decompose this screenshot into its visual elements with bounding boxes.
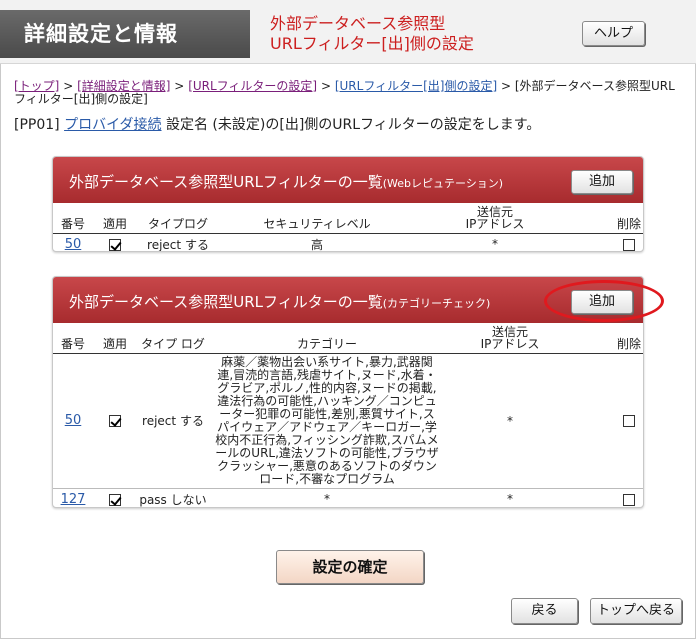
panel-web-reputation: 外部データベース参照型URLフィルターの一覧(Webレピュテーション) 追加 番… <box>52 156 644 252</box>
intro-description: 設定名 (未設定)の[出]側のURLフィルターの設定をします。 <box>165 117 541 133</box>
type-log-cell: reject する <box>137 233 219 251</box>
applied-checkbox[interactable] <box>109 238 121 251</box>
breadcrumb-top[interactable]: [トップ] <box>14 79 59 93</box>
header: 詳細設定と情報 外部データベース参照型 URLフィルター[出]側の設定 ヘルプ <box>0 0 696 64</box>
table-header-row: 番号 適用 タイプ ログ カテゴリー 送信元 IPアドレス 削除 <box>53 323 643 354</box>
provider-link[interactable]: プロバイダ接続 <box>64 117 161 133</box>
table-row: 127 pass しない * * <box>53 488 643 507</box>
table-row: 50 reject する 麻薬／薬物出会い系サイト,暴力,武器関連,冒涜的言語,… <box>53 353 643 489</box>
col-category: カテゴリー <box>209 323 445 354</box>
panel-title: 外部データベース参照型URLフィルターの一覧(カテゴリーチェック) <box>69 291 490 312</box>
col-type-log: タイプ ログ <box>137 323 209 354</box>
applied-checkbox[interactable] <box>109 493 121 506</box>
col-applied: 適用 <box>93 323 137 354</box>
col-type-log: タイプログ <box>137 203 219 234</box>
breadcrumb-separator: > <box>63 79 74 93</box>
col-number: 番号 <box>53 323 93 354</box>
page-title: 詳細設定と情報 <box>0 10 250 58</box>
page-subtitle: 外部データベース参照型 URLフィルター[出]側の設定 <box>270 14 474 54</box>
col-security-level: セキュリティレベル <box>219 203 415 234</box>
type-log-cell: reject する <box>137 353 209 489</box>
page-subtitle-line1: 外部データベース参照型 <box>270 14 446 33</box>
filter-table: 番号 適用 タイプログ セキュリティレベル 送信元 IPアドレス 削除 50 re… <box>53 203 643 252</box>
type-log-cell: pass しない <box>137 488 209 507</box>
delete-checkbox[interactable] <box>623 493 635 506</box>
panel-title-sub: (カテゴリーチェック) <box>382 297 491 310</box>
back-to-top-button[interactable]: トップへ戻る <box>590 598 682 624</box>
col-number: 番号 <box>53 203 93 234</box>
source-ip-cell: * <box>445 353 575 489</box>
filter-table: 番号 適用 タイプ ログ カテゴリー 送信元 IPアドレス 削除 50 rejec… <box>53 323 643 507</box>
col-delete: 削除 <box>575 203 643 234</box>
back-button[interactable]: 戻る <box>511 598 578 624</box>
confirm-settings-button[interactable]: 設定の確定 <box>276 550 424 584</box>
interface-label: [PP01] <box>14 117 60 133</box>
col-applied: 適用 <box>93 203 137 234</box>
applied-checkbox[interactable] <box>109 415 121 427</box>
breadcrumb-separator: > <box>320 79 332 93</box>
category-cell: * <box>209 488 445 507</box>
panel-category-check: 外部データベース参照型URLフィルターの一覧(カテゴリーチェック) 追加 番号 … <box>52 276 644 508</box>
rule-number-link[interactable]: 50 <box>65 237 82 252</box>
panel-title: 外部データベース参照型URLフィルターの一覧(Webレピュテーション) <box>69 171 503 192</box>
table-row: 50 reject する 高 * <box>53 233 643 252</box>
security-level-cell: 高 <box>219 233 415 251</box>
breadcrumb-advanced[interactable]: [詳細設定と情報] <box>77 79 170 93</box>
rule-number-link[interactable]: 127 <box>61 492 86 507</box>
help-button[interactable]: ヘルプ <box>582 21 645 46</box>
panel-header: 外部データベース参照型URLフィルターの一覧(カテゴリーチェック) 追加 <box>53 277 643 323</box>
add-button[interactable]: 追加 <box>571 290 633 314</box>
breadcrumb-separator: > <box>174 79 185 93</box>
add-button[interactable]: 追加 <box>571 170 633 194</box>
source-ip-cell: * <box>445 488 575 507</box>
rule-number-link[interactable]: 50 <box>65 413 82 428</box>
breadcrumb-url-filter[interactable]: [URLフィルターの設定] <box>188 79 317 93</box>
delete-checkbox[interactable] <box>623 238 635 251</box>
breadcrumb-separator: > <box>500 79 512 93</box>
category-cell: 麻薬／薬物出会い系サイト,暴力,武器関連,冒涜的言語,残虐サイト,ヌード,水着・… <box>209 353 445 489</box>
panel-title-sub: (Webレピュテーション) <box>382 177 504 190</box>
breadcrumb: [トップ] > [詳細設定と情報] > [URLフィルターの設定] > [URL… <box>14 80 684 106</box>
panel-title-main: 外部データベース参照型URLフィルターの一覧 <box>69 293 383 311</box>
panel-title-main: 外部データベース参照型URLフィルターの一覧 <box>69 173 383 191</box>
page-subtitle-line2: URLフィルター[出]側の設定 <box>270 34 474 53</box>
col-delete: 削除 <box>575 323 643 354</box>
table-header-row: 番号 適用 タイプログ セキュリティレベル 送信元 IPアドレス 削除 <box>53 203 643 234</box>
breadcrumb-url-filter-out[interactable]: [URLフィルター[出]側の設定] <box>335 79 497 93</box>
delete-checkbox[interactable] <box>623 415 635 427</box>
col-source-ip: 送信元 IPアドレス <box>445 323 575 354</box>
col-source-ip: 送信元 IPアドレス <box>415 203 575 234</box>
panel-header: 外部データベース参照型URLフィルターの一覧(Webレピュテーション) 追加 <box>53 157 643 203</box>
intro-text: [PP01] プロバイダ接続 設定名 (未設定)の[出]側のURLフィルターの設… <box>14 116 540 134</box>
source-ip-cell: * <box>415 233 575 251</box>
